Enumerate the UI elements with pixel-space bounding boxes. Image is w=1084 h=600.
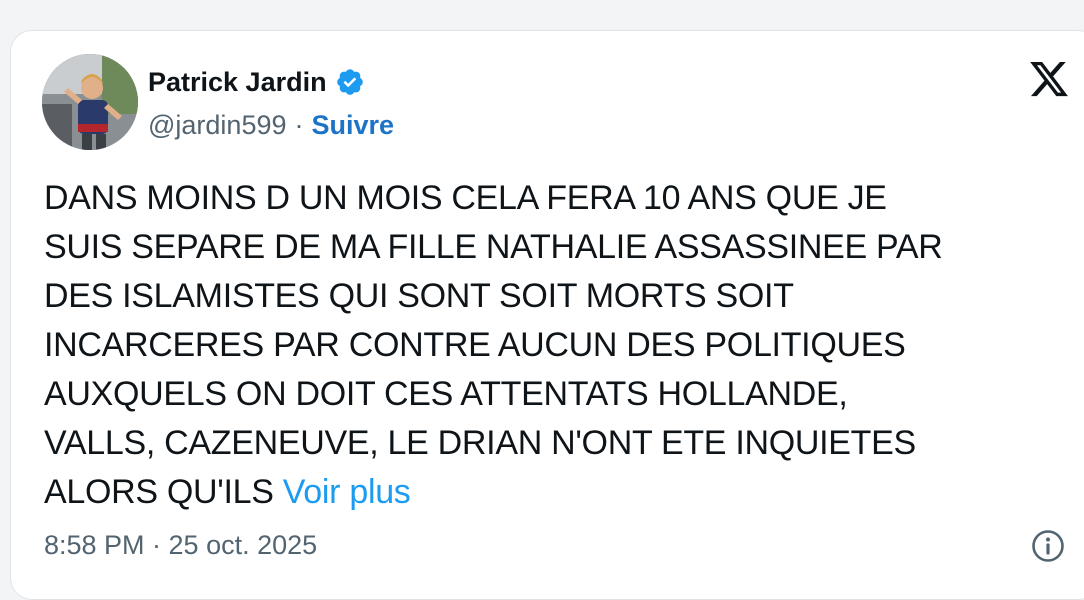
author-handle[interactable]: @jardin599 xyxy=(148,110,287,141)
handle-row: @jardin599 · Suivre xyxy=(148,108,394,142)
verified-badge-icon xyxy=(336,69,363,95)
follow-button[interactable]: Suivre xyxy=(312,110,395,141)
avatar[interactable] xyxy=(42,54,138,150)
tweet-line: DES ISLAMISTES QUI SONT SOIT MORTS SOIT xyxy=(44,277,794,315)
separator-dot: · xyxy=(294,109,304,140)
tweet-timestamp[interactable]: 8:58 PM · 25 oct. 2025 xyxy=(44,530,317,561)
tweet-line: AUXQUELS ON DOIT CES ATTENTATS HOLLANDE, xyxy=(44,375,848,413)
info-icon[interactable] xyxy=(1030,528,1066,564)
tweet-last-line: ALORS QU'ILS Voir plus xyxy=(44,468,1054,517)
tweet-line: INCARCERES PAR CONTRE AUCUN DES POLITIQU… xyxy=(44,326,906,364)
tweet-line: VALLS, CAZENEUVE, LE DRIAN N'ONT ETE INQ… xyxy=(44,424,916,462)
tweet-line: ALORS QU'ILS xyxy=(44,473,274,511)
see-more-link[interactable]: Voir plus xyxy=(283,473,411,511)
author-name[interactable]: Patrick Jardin xyxy=(148,67,327,98)
tweet-line: DANS MOINS D UN MOIS CELA FERA 10 ANS QU… xyxy=(44,179,887,217)
tweet-text: DANS MOINS D UN MOIS CELA FERA 10 ANS QU… xyxy=(44,174,1054,517)
author-row: Patrick Jardin xyxy=(148,64,365,100)
x-logo-icon[interactable] xyxy=(1028,58,1070,100)
tweet-line: SUIS SEPARE DE MA FILLE NATHALIE ASSASSI… xyxy=(44,228,943,266)
